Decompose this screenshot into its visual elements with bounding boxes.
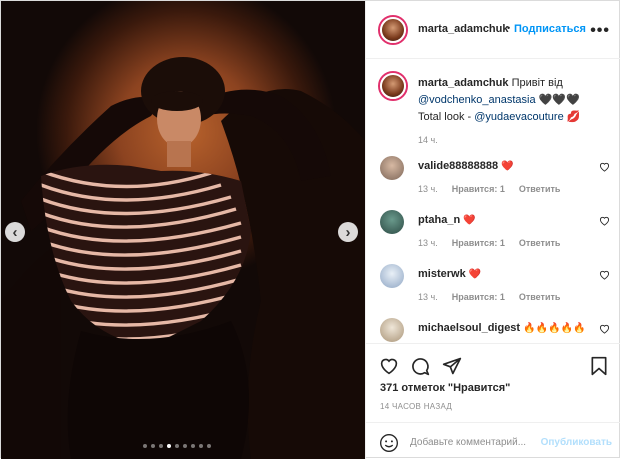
commenter-avatar[interactable] (380, 156, 404, 180)
carousel-dot (151, 444, 155, 448)
carousel-dot (191, 444, 195, 448)
comment-text: ❤️ (468, 269, 482, 280)
comment-text: ❤️ (501, 161, 514, 172)
caption-text: Привіт від (511, 77, 563, 89)
carousel-dot (159, 444, 163, 448)
post-side-panel: marta_adamchuk • Подписаться ••• marta_a… (365, 1, 620, 459)
caption-mention[interactable]: @vodchenko_anastasia (418, 94, 536, 106)
author-avatar[interactable] (378, 15, 408, 45)
carousel-dot (167, 444, 171, 448)
add-comment-bar: Добавьте комментарий... Опубликовать (366, 422, 620, 460)
comment-time[interactable]: 13 ч. (418, 184, 438, 194)
more-options-button[interactable]: ••• (590, 22, 610, 40)
caption-line2: Total look - (418, 111, 475, 123)
caption-username[interactable]: marta_adamchuk (418, 77, 509, 89)
comment-meta: 13 ч. Нравится: 1 Ответить (418, 292, 560, 302)
carousel-dot (183, 444, 187, 448)
header-username[interactable]: marta_adamchuk (418, 23, 509, 35)
publish-button[interactable]: Опубликовать (541, 437, 612, 448)
carousel-dot (143, 444, 147, 448)
carousel-dot (207, 444, 211, 448)
comment-likes[interactable]: Нравится: 1 (452, 292, 505, 302)
comment-username[interactable]: michaelsoul_digest 🔥🔥🔥🔥🔥 (418, 322, 585, 334)
comment-item: michaelsoul_digest 🔥🔥🔥🔥🔥 (380, 318, 610, 342)
comment-text: ❤️ (463, 215, 476, 226)
caption-lips: 💋 (566, 111, 581, 123)
emoji-icon[interactable] (379, 433, 399, 453)
post-header: marta_adamchuk • Подписаться ••• (366, 1, 620, 59)
comment-item: ptaha_n ❤️ 13 ч. Нравится: 1 Ответить (380, 210, 610, 256)
post-modal: ‹ › marta_adamchuk • Подписаться ••• mar… (0, 0, 620, 459)
caption-time: 14 ч. (418, 135, 438, 145)
comment-input[interactable]: Добавьте комментарий... (410, 437, 526, 448)
photo-artwork (1, 57, 365, 459)
commenter-avatar[interactable] (380, 318, 404, 342)
like-comment-icon[interactable] (599, 270, 610, 280)
share-icon[interactable] (442, 356, 462, 376)
comment-username[interactable]: misterwk ❤️ (418, 268, 481, 280)
commenter-avatar[interactable] (380, 264, 404, 288)
comment-likes[interactable]: Нравится: 1 (452, 184, 505, 194)
next-photo-button[interactable]: › (338, 222, 358, 242)
post-photo[interactable]: ‹ › (1, 1, 365, 459)
like-comment-icon[interactable] (599, 324, 610, 334)
comment-likes[interactable]: Нравится: 1 (452, 238, 505, 248)
carousel-dot (175, 444, 179, 448)
post-time: 14 ЧАСОВ НАЗАД (380, 402, 453, 411)
caption-hearts: 🖤🖤🖤 (538, 94, 580, 106)
like-icon[interactable] (379, 357, 399, 375)
carousel-dot (199, 444, 203, 448)
like-comment-icon[interactable] (599, 162, 610, 172)
comment-username[interactable]: ptaha_n ❤️ (418, 214, 476, 226)
comment-time[interactable]: 13 ч. (418, 238, 438, 248)
comment-reply-button[interactable]: Ответить (519, 238, 561, 248)
post-actions: 371 отметок "Нравится" 14 ЧАСОВ НАЗАД До… (366, 343, 620, 459)
comment-text: 🔥🔥🔥🔥🔥 (523, 323, 586, 334)
like-comment-icon[interactable] (599, 216, 610, 226)
prev-photo-button[interactable]: ‹ (5, 222, 25, 242)
comment-meta: 13 ч. Нравится: 1 Ответить (418, 184, 560, 194)
comment-reply-button[interactable]: Ответить (519, 184, 561, 194)
save-icon[interactable] (590, 356, 608, 376)
commenter-avatar[interactable] (380, 210, 404, 234)
caption-avatar[interactable] (378, 71, 408, 101)
likes-count[interactable]: 371 отметок "Нравится" (380, 382, 510, 394)
comment-item: misterwk ❤️ 13 ч. Нравится: 1 Ответить (380, 264, 610, 310)
comment-time[interactable]: 13 ч. (418, 292, 438, 302)
comment-item: valide88888888 ❤️ 13 ч. Нравится: 1 Отве… (380, 156, 610, 202)
header-separator: • (507, 23, 511, 33)
carousel-indicator (143, 444, 211, 448)
comment-username[interactable]: valide88888888 ❤️ (418, 160, 514, 172)
caption-mention2[interactable]: @yudaevacouture (474, 111, 563, 123)
comment-icon[interactable] (410, 356, 430, 376)
post-caption: marta_adamchuk Привіт від @vodchenko_ana… (418, 75, 614, 149)
comment-meta: 13 ч. Нравится: 1 Ответить (418, 238, 560, 248)
follow-button[interactable]: Подписаться (514, 23, 586, 35)
comment-reply-button[interactable]: Ответить (519, 292, 561, 302)
